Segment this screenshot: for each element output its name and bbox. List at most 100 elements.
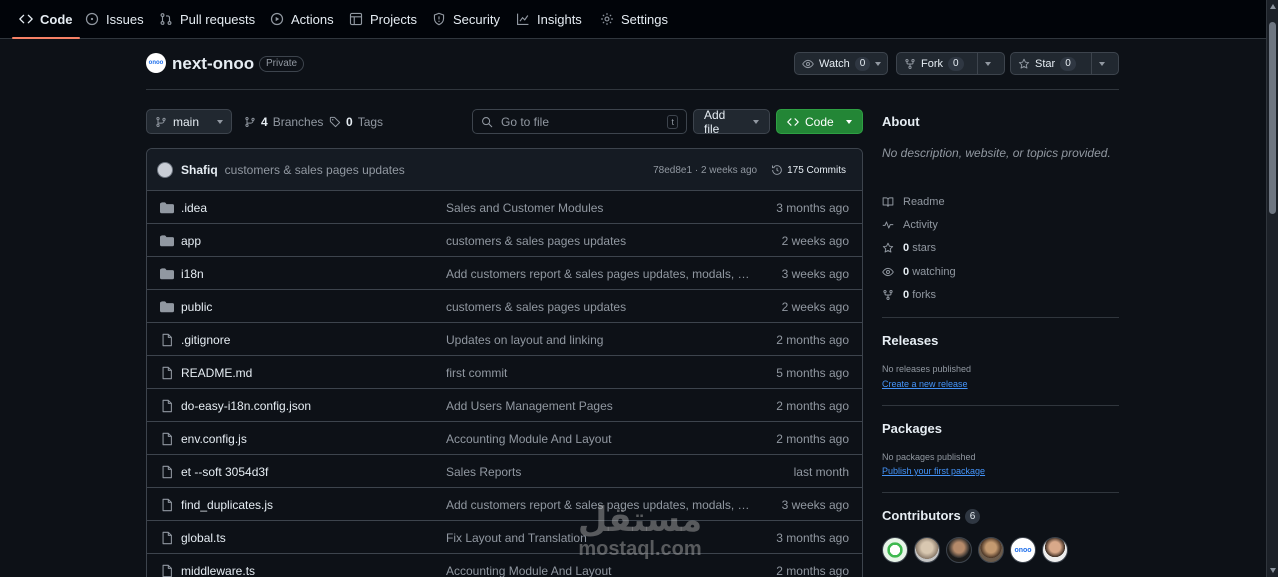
readme-link[interactable]: Readme — [882, 196, 945, 208]
file-commit-date: 3 weeks ago — [781, 498, 849, 512]
avatar[interactable] — [946, 537, 972, 563]
add-file-button[interactable]: Add file — [693, 108, 770, 136]
contributors-heading[interactable]: Contributors 6 — [882, 508, 981, 524]
file-commit-message[interactable]: Accounting Module And Layout — [446, 432, 750, 446]
file-commit-date: 2 months ago — [776, 432, 849, 446]
file-commit-date: 3 weeks ago — [781, 267, 849, 281]
file-name[interactable]: env.config.js — [181, 432, 247, 446]
watching-count: 0 — [903, 266, 910, 278]
go-to-file-input[interactable]: Go to file t — [472, 109, 687, 134]
file-commit-message[interactable]: Fix Layout and Translation — [446, 531, 750, 545]
avatar[interactable] — [1042, 537, 1068, 563]
table-row[interactable]: et --soft 3054d3f Sales Reports last month — [147, 455, 862, 488]
forks-link[interactable]: 0 forks — [882, 289, 936, 301]
star-menu-button[interactable] — [1092, 53, 1112, 74]
file-commit-message[interactable]: Updates on layout and linking — [446, 333, 750, 347]
table-row[interactable]: public customers & sales pages updates 2 w… — [147, 290, 862, 323]
file-icon — [160, 498, 174, 512]
file-name[interactable]: README.md — [181, 366, 252, 380]
file-commit-message[interactable]: Sales Reports — [446, 465, 750, 479]
scroll-up-icon[interactable] — [1270, 4, 1276, 9]
commits-history-link[interactable]: 175 Commits — [771, 164, 846, 176]
file-name[interactable]: find_duplicates.js — [181, 498, 273, 512]
table-row[interactable]: find_duplicates.js Add customers report &… — [147, 488, 862, 521]
tab-projects[interactable]: Projects — [349, 0, 417, 38]
tab-settings[interactable]: Settings — [600, 0, 668, 38]
file-name[interactable]: .idea — [181, 201, 207, 215]
releases-heading[interactable]: Releases — [882, 333, 938, 348]
table-row[interactable]: .idea Sales and Customer Modules 3 months … — [147, 191, 862, 224]
book-icon — [882, 197, 894, 207]
table-row[interactable]: middleware.ts Accounting Module And Layou… — [147, 554, 862, 577]
file-commit-message[interactable]: Sales and Customer Modules — [446, 201, 750, 215]
tab-pull-requests[interactable]: Pull requests — [159, 0, 255, 38]
file-commit-message[interactable]: first commit — [446, 366, 750, 380]
file-commit-date: 2 weeks ago — [781, 234, 849, 248]
file-commit-message[interactable]: Add Users Management Pages — [446, 399, 750, 413]
repo-name[interactable]: next-onoo — [172, 53, 254, 75]
branches-link[interactable]: 4 Branches — [244, 109, 323, 134]
fork-count: 0 — [948, 56, 964, 71]
publish-package-link[interactable]: Publish your first package — [882, 466, 985, 476]
fork-menu-button[interactable] — [978, 53, 998, 74]
table-row[interactable]: do-easy-i18n.config.json Add Users Manage… — [147, 389, 862, 422]
file-name[interactable]: public — [181, 300, 212, 314]
file-list: .idea Sales and Customer Modules 3 months … — [147, 191, 862, 577]
activity-link[interactable]: Activity — [882, 219, 938, 231]
file-name[interactable]: et --soft 3054d3f — [181, 465, 268, 479]
scrollbar-thumb[interactable] — [1269, 22, 1276, 214]
watching-link[interactable]: 0 watching — [882, 266, 956, 278]
file-commit-message[interactable]: customers & sales pages updates — [446, 234, 750, 248]
avatar[interactable] — [914, 537, 940, 563]
header-divider — [146, 89, 1119, 90]
commit-message[interactable]: customers & sales pages updates — [225, 163, 405, 177]
repo-forked-icon — [883, 290, 893, 300]
branch-selector[interactable]: main — [146, 109, 232, 134]
tags-count: 0 — [346, 114, 353, 129]
tab-code[interactable]: Code — [12, 0, 79, 39]
commit-meta: 78ed8e1 · 2 weeks ago 175 Commits — [653, 149, 846, 191]
commit-author-avatar[interactable] — [157, 161, 173, 178]
branches-count: 4 — [261, 114, 268, 129]
create-release-link[interactable]: Create a new release — [882, 379, 968, 389]
repo-owner-avatar[interactable]: onoo — [146, 53, 166, 73]
file-name[interactable]: do-easy-i18n.config.json — [181, 399, 311, 413]
avatar[interactable] — [978, 537, 1004, 563]
commit-author[interactable]: Shafiq — [181, 163, 218, 177]
repo-forked-icon — [905, 58, 915, 69]
file-name[interactable]: middleware.ts — [181, 564, 255, 577]
packages-heading[interactable]: Packages — [882, 421, 942, 436]
table-row[interactable]: app customers & sales pages updates 2 week… — [147, 224, 862, 257]
stars-link[interactable]: 0 stars — [882, 242, 936, 254]
avatar[interactable]: onoo — [1010, 537, 1036, 563]
tab-insights[interactable]: Insights — [516, 0, 582, 38]
file-name[interactable]: i18n — [181, 267, 204, 281]
table-row[interactable]: README.md first commit 5 months ago — [147, 356, 862, 389]
file-name[interactable]: app — [181, 234, 201, 248]
file-commit-message[interactable]: Add customers report & sales pages updat… — [446, 498, 750, 512]
table-row[interactable]: env.config.js Accounting Module And Layou… — [147, 422, 862, 455]
page-scrollbar[interactable] — [1266, 0, 1278, 577]
avatar[interactable] — [882, 537, 908, 563]
code-icon — [787, 117, 799, 126]
scroll-down-icon[interactable] — [1270, 568, 1276, 573]
commit-hash-age[interactable]: 78ed8e1 · 2 weeks ago — [653, 165, 757, 176]
star-button[interactable]: Star 0 — [1011, 53, 1091, 74]
fork-button[interactable]: Fork 0 — [897, 53, 977, 74]
file-name[interactable]: global.ts — [181, 531, 226, 545]
watch-button[interactable]: Watch 0 — [795, 53, 888, 74]
table-row[interactable]: i18n Add customers report & sales pages u… — [147, 257, 862, 290]
tab-security[interactable]: Security — [432, 0, 500, 38]
tab-actions[interactable]: Actions — [270, 0, 334, 38]
code-dropdown-button[interactable]: Code — [776, 109, 863, 134]
latest-commit-bar: Shafiq customers & sales pages updates 7… — [147, 149, 862, 191]
file-commit-message[interactable]: customers & sales pages updates — [446, 300, 750, 314]
tags-link[interactable]: 0 Tags — [329, 109, 383, 134]
chevron-down-icon — [217, 119, 223, 124]
table-row[interactable]: global.ts Fix Layout and Translation 3 mon… — [147, 521, 862, 554]
file-name[interactable]: .gitignore — [181, 333, 230, 347]
table-row[interactable]: .gitignore Updates on layout and linking 2… — [147, 323, 862, 356]
file-commit-message[interactable]: Accounting Module And Layout — [446, 564, 750, 577]
tab-issues[interactable]: Issues — [85, 0, 144, 38]
file-commit-message[interactable]: Add customers report & sales pages updat… — [446, 267, 750, 281]
